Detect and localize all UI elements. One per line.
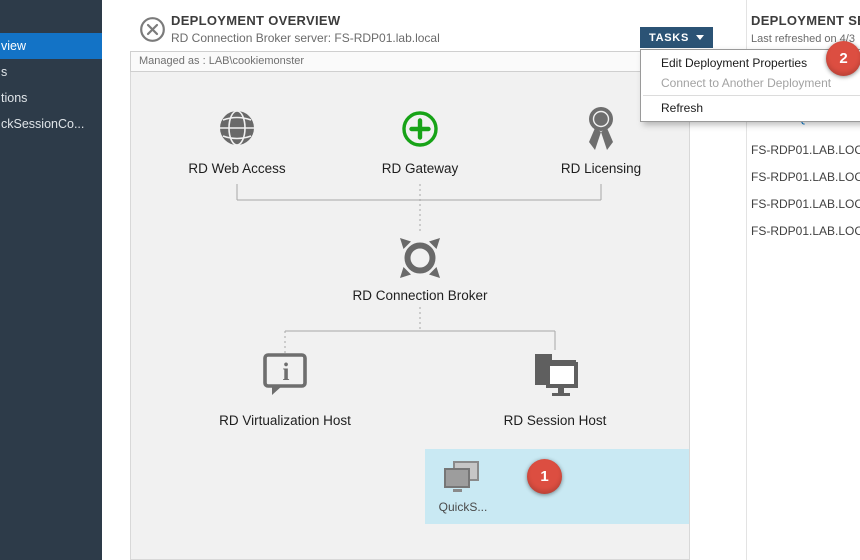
- sidebar-item-servers[interactable]: s: [0, 59, 102, 85]
- green-plus-icon[interactable]: [400, 109, 440, 154]
- tasks-dropdown-button[interactable]: TASKS: [640, 27, 713, 48]
- server-row[interactable]: FS-RDP01.LAB.LOCAL: [751, 139, 860, 161]
- collection-name-label: QuickS...: [431, 500, 495, 514]
- node-label-rd-web-access[interactable]: RD Web Access: [152, 161, 322, 176]
- step-badge-1: 1: [527, 459, 562, 494]
- session-host-monitor-icon[interactable]: [530, 351, 580, 402]
- menu-item-refresh[interactable]: Refresh: [641, 98, 860, 118]
- node-label-rd-gateway[interactable]: RD Gateway: [335, 161, 505, 176]
- sidebar-item-collections[interactable]: tions: [0, 85, 102, 111]
- server-manager-rds-overview: view s tions ckSessionCo... DEPLOYMENT O…: [0, 0, 860, 560]
- server-row[interactable]: FS-RDP01.LAB.LOCAL: [751, 166, 860, 188]
- deployment-servers-title: DEPLOYMENT SERVERS: [751, 13, 860, 28]
- globe-icon[interactable]: [218, 109, 256, 152]
- chevron-down-icon: [696, 35, 704, 40]
- broker-ring-arrows-icon[interactable]: [396, 234, 444, 287]
- cascaded-monitors-icon: [441, 460, 485, 501]
- server-row[interactable]: FS-RDP01.LAB.LOCAL: [751, 220, 860, 242]
- page-title: DEPLOYMENT OVERVIEW: [171, 13, 340, 28]
- menu-item-connect-to-another-deployment: Connect to Another Deployment: [641, 73, 860, 93]
- sidebar-item-quick-session-collection[interactable]: ckSessionCo...: [0, 111, 102, 137]
- menu-separator: [643, 95, 860, 96]
- node-label-rd-licensing[interactable]: RD Licensing: [516, 161, 686, 176]
- rds-sidebar: view s tions ckSessionCo...: [0, 0, 102, 560]
- sidebar-item-overview[interactable]: view: [0, 33, 102, 59]
- managed-as-bar: Managed as : LAB\cookiemonster: [130, 51, 690, 72]
- tasks-button-label: TASKS: [649, 32, 689, 44]
- broker-server-subtitle: RD Connection Broker server: FS-RDP01.la…: [171, 31, 440, 45]
- step-badge-2: 2: [826, 41, 860, 76]
- node-label-rd-connection-broker[interactable]: RD Connection Broker: [335, 288, 505, 303]
- node-label-rd-session-host[interactable]: RD Session Host: [470, 413, 640, 428]
- svg-text:i: i: [283, 359, 290, 386]
- info-bubble-icon[interactable]: i: [261, 352, 309, 401]
- server-row[interactable]: FS-RDP01.LAB.LOCAL: [751, 193, 860, 215]
- node-label-rd-virtualization-host[interactable]: RD Virtualization Host: [200, 413, 370, 428]
- circle-x-icon[interactable]: [139, 16, 166, 43]
- award-ribbon-icon[interactable]: [583, 106, 619, 159]
